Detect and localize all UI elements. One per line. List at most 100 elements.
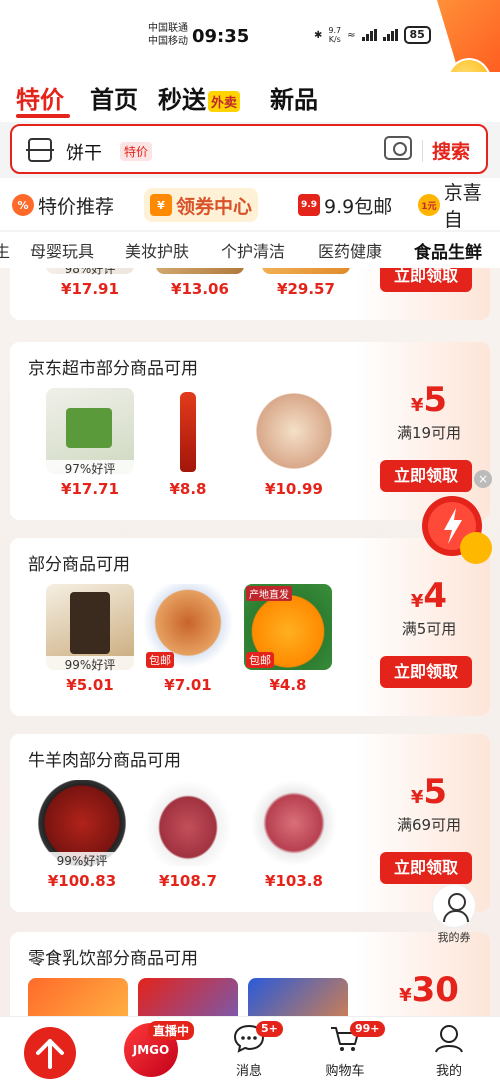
clock: 09:35	[192, 26, 250, 47]
product-image: 包邮	[144, 584, 232, 670]
product-item[interactable]: 99%好评 ¥100.83	[38, 780, 130, 890]
coupon-feed[interactable]: 98%好评 ¥17.91 ¥13.06 ¥29.57 立即领取 京东超市部分商品…	[0, 268, 500, 1016]
product-item[interactable]: ¥8.8	[144, 388, 236, 498]
arrow-up-icon	[36, 1039, 64, 1069]
free-shipping-badge: 包邮	[246, 652, 274, 668]
free-shipping-badge: 包邮	[146, 652, 174, 668]
product-image	[156, 268, 244, 274]
carrier-2: 中国移动	[148, 36, 188, 47]
coupon-card: 牛羊肉部分商品可用 99%好评 ¥100.83 ¥108.7 ¥103.8 ¥5…	[10, 734, 490, 912]
divider	[422, 140, 423, 162]
product-item[interactable]: 产地直发 包邮 ¥4.8	[244, 584, 336, 694]
profile-icon	[435, 1025, 463, 1053]
product-item[interactable]: ¥13.06	[156, 268, 248, 298]
coupon-amount: ¥4	[410, 576, 448, 616]
product-image: 99%好评	[46, 584, 134, 673]
carrier-1: 中国联通	[148, 23, 188, 34]
channel-chips: % 特价推荐 ¥ 领券中心 9.9 9.9包邮 1元 京喜自	[0, 178, 500, 231]
network-speed: 9.7 K/s	[328, 26, 342, 44]
product-image: 产地直发 包邮	[244, 584, 332, 670]
product-item[interactable]	[28, 978, 128, 1016]
subcat-yiyao[interactable]: 医药健康	[318, 238, 382, 262]
camera-icon[interactable]	[384, 136, 412, 160]
coupon-products: 98%好评 ¥17.91 ¥13.06 ¥29.57	[10, 268, 358, 320]
live-tag: 直播中	[148, 1021, 195, 1040]
product-image: 98%好评	[46, 268, 134, 277]
coupon-amount: ¥30	[399, 970, 459, 1010]
coupon-card: 98%好评 ¥17.91 ¥13.06 ¥29.57 立即领取	[10, 268, 490, 320]
back-to-top-button[interactable]	[24, 1027, 76, 1079]
product-image	[28, 978, 128, 1016]
claim-button[interactable]: 立即领取	[380, 852, 472, 884]
chip-coupon-center[interactable]: ¥ 领券中心	[144, 188, 259, 222]
claim-button[interactable]: 立即领取	[380, 656, 472, 688]
tab-miaosong[interactable]: 秒送 外卖	[158, 80, 241, 115]
claim-button[interactable]: 立即领取	[380, 268, 472, 292]
coupon-offer: 立即领取	[368, 268, 490, 320]
bluetooth-icon: ✱	[314, 29, 323, 41]
nav-cart[interactable]: 99+ 购物车	[310, 1021, 385, 1079]
tab-home[interactable]: 首页	[90, 80, 138, 115]
coupon-card: 零食乳饮部分商品可用 ¥30	[10, 932, 490, 1016]
active-tab-underline	[16, 114, 70, 118]
product-item[interactable]	[248, 978, 348, 1016]
messages-badge: 5+	[256, 1021, 283, 1037]
my-coupon-button[interactable]: 我的券	[430, 884, 478, 945]
product-item[interactable]: ¥108.7	[144, 780, 236, 890]
subcategory-bar: 生 母婴玩具 美妆护肤 个护清洁 医药健康 食品生鲜	[0, 232, 500, 268]
product-item[interactable]: ¥10.99	[250, 388, 342, 498]
chip-9-9[interactable]: 9.9 9.9包邮	[298, 188, 392, 222]
search-bar[interactable]: 饼干 特价 搜索	[10, 124, 488, 174]
product-item[interactable]: 98%好评 ¥17.91	[46, 268, 138, 298]
subcat-gehu[interactable]: 个护清洁	[221, 238, 285, 262]
subcat-muying[interactable]: 母婴玩具	[30, 238, 94, 262]
coupon-icon: ¥	[150, 194, 172, 216]
product-image: 97%好评	[46, 388, 134, 477]
coupon-amount: ¥5	[410, 380, 448, 420]
product-item[interactable]: 97%好评 ¥17.71	[46, 388, 138, 498]
top-nav: 特价 首页 秒送 外卖 新品	[0, 72, 500, 122]
nav-messages[interactable]: 5+ 消息	[214, 1021, 284, 1079]
alarm-float-icon[interactable]	[416, 486, 496, 566]
coupon-products: 京东超市部分商品可用 97%好评 ¥17.71 ¥8.8 ¥10.99	[10, 342, 358, 520]
origin-badge: 产地直发	[246, 586, 292, 601]
search-button[interactable]: 搜索	[432, 137, 470, 164]
coupon-title: 部分商品可用	[28, 555, 130, 575]
signal-icon	[361, 29, 377, 41]
product-item[interactable]: 99%好评 ¥5.01	[46, 584, 138, 694]
nav-me[interactable]: 我的	[414, 1023, 484, 1079]
carrier-info: 中国联通 中国移动	[148, 22, 188, 48]
coupon-condition: 满69可用	[396, 816, 462, 834]
coupon-title: 牛羊肉部分商品可用	[28, 751, 181, 771]
user-icon	[432, 884, 476, 928]
product-item[interactable]	[138, 978, 238, 1016]
product-item[interactable]: ¥29.57	[262, 268, 354, 298]
status-bar: 中国联通 中国移动 09:35 ✱ 9.7 K/s ≈ 85	[0, 0, 500, 72]
scan-icon[interactable]	[26, 138, 54, 162]
subcat-partial[interactable]: 生	[0, 238, 10, 262]
coupon-amount: ¥5	[410, 772, 448, 812]
search-input[interactable]: 饼干	[66, 139, 102, 165]
coupon-products: 零食乳饮部分商品可用	[10, 932, 358, 1016]
subcat-shipin[interactable]: 食品生鲜	[414, 238, 482, 263]
close-icon[interactable]: ×	[474, 470, 492, 488]
coupon-title: 零食乳饮部分商品可用	[28, 949, 198, 969]
chip-tejia-tuijian[interactable]: % 特价推荐	[12, 188, 114, 222]
product-image	[144, 388, 232, 474]
product-item[interactable]: 包邮 ¥7.01	[144, 584, 236, 694]
subcat-meizhuang[interactable]: 美妆护肤	[125, 238, 189, 262]
cart-badge: 99+	[350, 1021, 385, 1037]
percent-icon: %	[12, 194, 34, 216]
tab-tejia[interactable]: 特价	[16, 80, 64, 115]
chip-jingxi[interactable]: 1元 京喜自	[418, 182, 500, 231]
signal-icon-2	[382, 29, 398, 41]
product-image	[250, 388, 338, 474]
nine-nine-icon: 9.9	[298, 194, 320, 216]
coupon-products: 部分商品可用 99%好评 ¥5.01 包邮 ¥7.01 产地直发 包邮 ¥4.8	[10, 538, 358, 716]
product-image	[138, 978, 238, 1016]
tab-new[interactable]: 新品	[270, 80, 318, 115]
product-item[interactable]: ¥103.8	[250, 780, 342, 890]
product-image	[262, 268, 350, 274]
coupon-products: 牛羊肉部分商品可用 99%好评 ¥100.83 ¥108.7 ¥103.8	[10, 734, 358, 912]
one-yuan-icon: 1元	[418, 194, 440, 216]
